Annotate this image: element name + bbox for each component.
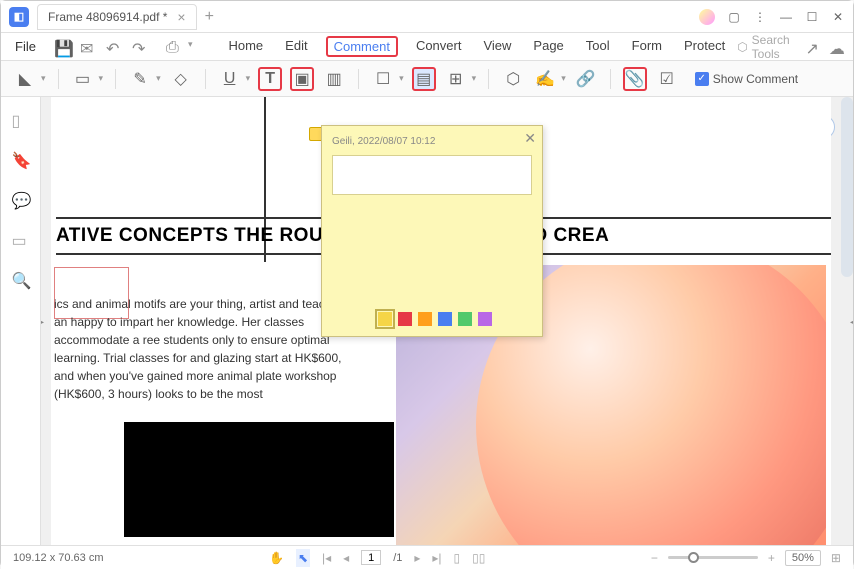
fit-page-icon[interactable]: ⊞ [831, 551, 841, 565]
note-text-input[interactable] [332, 155, 532, 195]
redo-icon[interactable]: ↷ [132, 39, 148, 55]
attachments-panel-icon[interactable]: ▭ [12, 231, 30, 249]
tab-page[interactable]: Page [529, 36, 567, 57]
next-page-icon[interactable]: ▸ [414, 551, 420, 565]
attachment-tool[interactable]: 📎 [623, 67, 647, 91]
rectangle-tool[interactable]: ☐ [371, 67, 395, 91]
close-window-icon[interactable]: ✕ [831, 10, 845, 24]
expand-left-handle[interactable]: ▸ [41, 317, 44, 328]
new-tab-button[interactable]: + [205, 8, 214, 26]
body-text: ics and animal motifs are your thing, ar… [54, 295, 364, 403]
undo-icon[interactable]: ↶ [106, 39, 122, 55]
search-icon: ⬡ [737, 40, 747, 54]
tab-tool[interactable]: Tool [582, 36, 614, 57]
page-number-input[interactable] [361, 550, 381, 565]
search-placeholder: Search Tools [752, 33, 796, 61]
prev-page-icon[interactable]: ◂ [343, 551, 349, 565]
more-icon[interactable]: ⋮ [753, 10, 767, 24]
highlight-tool[interactable]: ◣ [13, 67, 37, 91]
show-comment-checkbox[interactable]: ✓ [695, 72, 709, 86]
note-color-swatch[interactable] [438, 312, 452, 326]
tab-view[interactable]: View [479, 36, 515, 57]
print-icon[interactable]: ⎙ [166, 39, 182, 55]
popup-close-icon[interactable]: ✕ [524, 130, 536, 147]
comments-panel-icon[interactable]: 💬 [12, 191, 30, 209]
app-logo-icon: ◧ [9, 7, 29, 27]
share-icon[interactable]: ↗ [805, 39, 818, 55]
search-panel-icon[interactable]: 🔍 [12, 271, 30, 289]
pencil-tool[interactable]: ✎ [128, 67, 152, 91]
tab-protect[interactable]: Protect [680, 36, 729, 57]
black-rectangle [124, 422, 394, 537]
note-timestamp: 2022/08/07 10:12 [358, 136, 436, 147]
single-page-icon[interactable]: ▯ [454, 551, 461, 565]
tab-form[interactable]: Form [628, 36, 666, 57]
note-tool[interactable]: ▭ [71, 67, 95, 91]
checkbox-tool[interactable]: ☑ [655, 67, 679, 91]
measure-tool[interactable]: ⊞ [444, 67, 468, 91]
maximize-icon[interactable]: ☐ [805, 10, 819, 24]
page-total: /1 [393, 552, 402, 564]
stamp-tool[interactable]: ⬡ [501, 67, 525, 91]
first-page-icon[interactable]: |◂ [322, 551, 331, 565]
thumbnails-icon[interactable]: ▯ [12, 111, 30, 129]
file-menu[interactable]: File [9, 37, 42, 56]
note-popup: ✕ Geili, 2022/08/07 10:12 [321, 125, 543, 337]
signature-tool[interactable]: ✍ [533, 67, 557, 91]
select-tool-icon[interactable]: ⬉ [296, 549, 310, 567]
note-color-swatch[interactable] [418, 312, 432, 326]
sticky-note-tool[interactable]: ▤ [412, 67, 436, 91]
close-tab-icon[interactable]: × [177, 9, 185, 25]
two-page-icon[interactable]: ▯▯ [472, 551, 485, 565]
hand-tool-icon[interactable]: ✋ [269, 551, 284, 565]
expand-right-handle[interactable]: ◂ [850, 317, 853, 328]
notification-icon[interactable]: ▢ [727, 10, 741, 24]
note-color-swatch[interactable] [398, 312, 412, 326]
zoom-percent[interactable]: 50% [785, 550, 821, 566]
underline-tool[interactable]: U [218, 67, 242, 91]
search-tools[interactable]: ⬡ Search Tools [737, 33, 795, 61]
page-dimensions: 109.12 x 70.63 cm [13, 552, 104, 564]
tab-comment[interactable]: Comment [326, 36, 398, 57]
minimize-icon[interactable]: — [779, 10, 793, 24]
tab-filename: Frame 48096914.pdf * [48, 10, 167, 24]
callout-tool[interactable]: ▥ [322, 67, 346, 91]
tab-edit[interactable]: Edit [281, 36, 311, 57]
show-comment-label: Show Comment [713, 72, 798, 86]
save-icon[interactable]: 💾 [54, 39, 70, 55]
note-color-swatch[interactable] [478, 312, 492, 326]
cloud-icon[interactable]: ☁ [829, 39, 845, 55]
document-tab[interactable]: Frame 48096914.pdf * × [37, 4, 197, 30]
link-tool[interactable]: 🔗 [574, 67, 598, 91]
tab-home[interactable]: Home [224, 36, 267, 57]
textbox-tool[interactable]: ▣ [290, 67, 314, 91]
note-color-swatch[interactable] [378, 312, 392, 326]
zoom-in-icon[interactable]: + [768, 551, 775, 565]
note-author: Geili, [332, 136, 355, 147]
eraser-tool[interactable]: ◇ [169, 67, 193, 91]
profile-icon[interactable] [699, 9, 715, 25]
scrollbar[interactable] [841, 97, 853, 277]
text-tool[interactable]: T [258, 67, 282, 91]
zoom-slider[interactable] [668, 556, 758, 559]
last-page-icon[interactable]: ▸| [432, 551, 441, 565]
bookmarks-icon[interactable]: 🔖 [12, 151, 30, 169]
zoom-out-icon[interactable]: − [651, 551, 658, 565]
note-color-swatch[interactable] [458, 312, 472, 326]
tab-convert[interactable]: Convert [412, 36, 466, 57]
mail-icon[interactable]: ✉ [80, 39, 96, 55]
